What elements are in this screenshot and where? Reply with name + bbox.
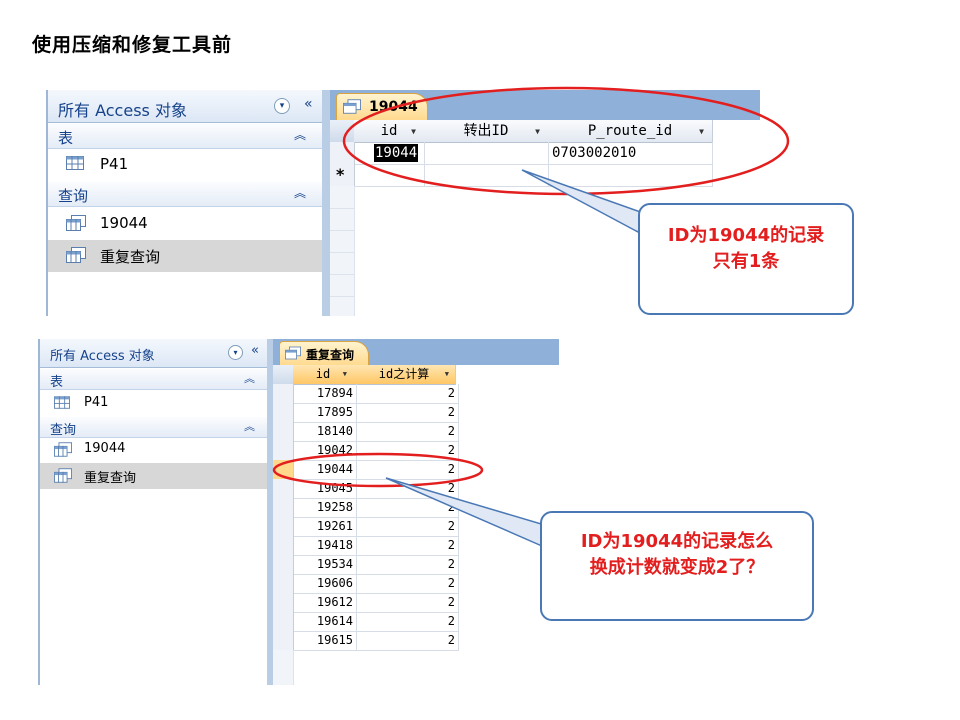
callout-line: 换成计数就变成2了？ (589, 557, 765, 578)
callout-pointer-bottom (385, 477, 549, 548)
highlight-ellipse-top (342, 86, 790, 196)
callout-bottom: ID为19044的记录怎么 换成计数就变成2了？ (540, 511, 814, 621)
annotation-layer (272, 86, 790, 548)
callout-line: ID为19044的记录怎么 (580, 531, 774, 552)
highlight-ellipse-bottom (272, 452, 484, 488)
callout-line: ID为19044的记录 (667, 225, 825, 246)
callout-pointer-top (521, 169, 648, 234)
callout-line: 只有1条 (712, 251, 780, 272)
callout-top: ID为19044的记录 只有1条 (638, 203, 854, 315)
